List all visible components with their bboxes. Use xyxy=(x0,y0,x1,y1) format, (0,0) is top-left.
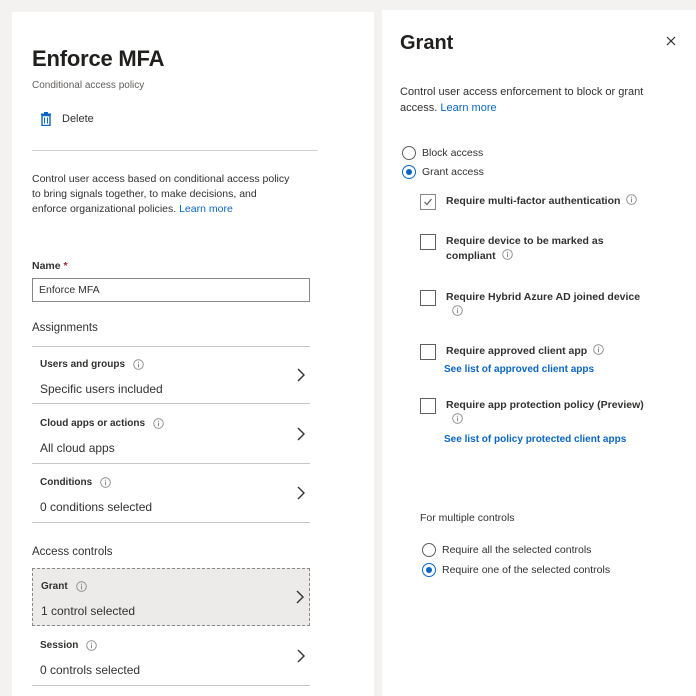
row-label: Grant xyxy=(41,581,68,592)
checkbox[interactable] xyxy=(420,194,436,210)
info-icon xyxy=(452,305,463,316)
grant-title: Grant xyxy=(400,32,454,54)
row-value: Specific users included xyxy=(40,382,163,396)
chevron-right-icon xyxy=(297,427,305,441)
delete-button[interactable]: Delete xyxy=(40,112,94,126)
radio-require-one[interactable]: Require one of the selected controls xyxy=(422,563,610,577)
checkbox-label: Require multi-factor authentication xyxy=(446,195,621,207)
page-title: Enforce MFA xyxy=(32,46,165,71)
approved-client-apps-link[interactable]: See list of approved client apps xyxy=(444,364,594,375)
radio-button[interactable] xyxy=(402,165,416,179)
row-label: Cloud apps or actions xyxy=(40,418,146,429)
checkbox-label: Require approved client app xyxy=(446,345,588,357)
row-value: 1 control selected xyxy=(41,604,136,618)
row-value: 0 conditions selected xyxy=(40,500,153,514)
policy-panel: Enforce MFA Conditional access policy De… xyxy=(12,12,374,696)
radio-button[interactable] xyxy=(422,563,436,577)
checkbox-mfa[interactable]: Require multi-factor authentication xyxy=(420,194,666,210)
radio-button[interactable] xyxy=(422,543,436,557)
row-label: Users and groups xyxy=(40,359,126,370)
checkmark-icon xyxy=(424,198,432,206)
assignments-heading: Assignments xyxy=(32,322,98,334)
checkbox-label: Require device to be marked as compliant xyxy=(446,235,604,262)
checkbox-label: Require app protection policy (Preview) xyxy=(446,399,644,411)
checkbox-label: Require Hybrid Azure AD joined device xyxy=(446,291,641,303)
info-icon xyxy=(452,413,463,424)
info-icon xyxy=(100,477,111,488)
name-label: Name * xyxy=(32,260,68,272)
row-label: Conditions xyxy=(40,477,93,488)
info-icon xyxy=(626,194,638,205)
row-session[interactable]: Session 0 controls selected xyxy=(32,628,310,686)
policy-protected-apps-link[interactable]: See list of policy protected client apps xyxy=(444,434,626,445)
info-icon xyxy=(133,359,144,370)
grant-learn-more-link[interactable]: Learn more xyxy=(440,102,496,114)
checkbox-compliant-device[interactable]: Require device to be marked as compliant xyxy=(420,234,636,264)
learn-more-link[interactable]: Learn more xyxy=(179,203,233,215)
row-conditions[interactable]: Conditions 0 conditions selected xyxy=(32,465,310,523)
multiple-controls-label: For multiple controls xyxy=(420,512,515,524)
chevron-right-icon xyxy=(297,649,305,663)
access-controls-heading: Access controls xyxy=(32,546,113,558)
delete-label: Delete xyxy=(62,113,94,125)
row-label: Session xyxy=(40,640,79,651)
radio-require-all[interactable]: Require all the selected controls xyxy=(422,543,591,557)
radio-label: Require one of the selected controls xyxy=(442,564,611,576)
row-value: All cloud apps xyxy=(40,441,115,455)
radio-label: Block access xyxy=(422,147,484,159)
row-users-and-groups[interactable]: Users and groups Specific users included xyxy=(32,346,310,404)
chevron-right-icon xyxy=(296,590,304,604)
checkbox-app-protection-policy[interactable]: Require app protection policy (Preview) xyxy=(420,398,646,428)
trash-icon xyxy=(41,112,51,126)
policy-description: Control user access based on conditional… xyxy=(32,173,290,215)
radio-block-access[interactable]: Block access xyxy=(402,146,483,160)
checkbox-approved-client-app[interactable]: Require approved client app xyxy=(420,344,666,360)
page-subtitle: Conditional access policy xyxy=(32,80,145,91)
grant-panel: Grant Control user access enforcement to… xyxy=(382,10,696,696)
required-asterisk: * xyxy=(63,260,68,272)
close-icon[interactable] xyxy=(664,34,678,48)
radio-button[interactable] xyxy=(402,146,416,160)
info-icon xyxy=(153,418,164,429)
divider xyxy=(32,150,318,151)
checkbox[interactable] xyxy=(420,344,436,360)
chevron-right-icon xyxy=(297,486,305,500)
info-icon xyxy=(501,249,513,260)
checkbox[interactable] xyxy=(420,398,436,414)
chevron-right-icon xyxy=(297,368,305,382)
radio-label: Require all the selected controls xyxy=(442,544,592,556)
row-value: 0 controls selected xyxy=(40,663,141,677)
checkbox[interactable] xyxy=(420,234,436,250)
row-cloud-apps[interactable]: Cloud apps or actions All cloud apps xyxy=(32,406,310,464)
checkbox[interactable] xyxy=(420,290,436,306)
radio-grant-access[interactable]: Grant access xyxy=(402,165,484,179)
info-icon xyxy=(593,344,604,355)
row-grant[interactable]: Grant 1 control selected xyxy=(32,568,310,626)
checkbox-hybrid-ad[interactable]: Require Hybrid Azure AD joined device xyxy=(420,290,646,320)
name-input[interactable] xyxy=(32,278,310,302)
grant-description: Control user access enforcement to block… xyxy=(400,86,644,114)
info-icon xyxy=(75,581,87,592)
radio-label: Grant access xyxy=(422,166,484,178)
info-icon xyxy=(86,640,98,651)
